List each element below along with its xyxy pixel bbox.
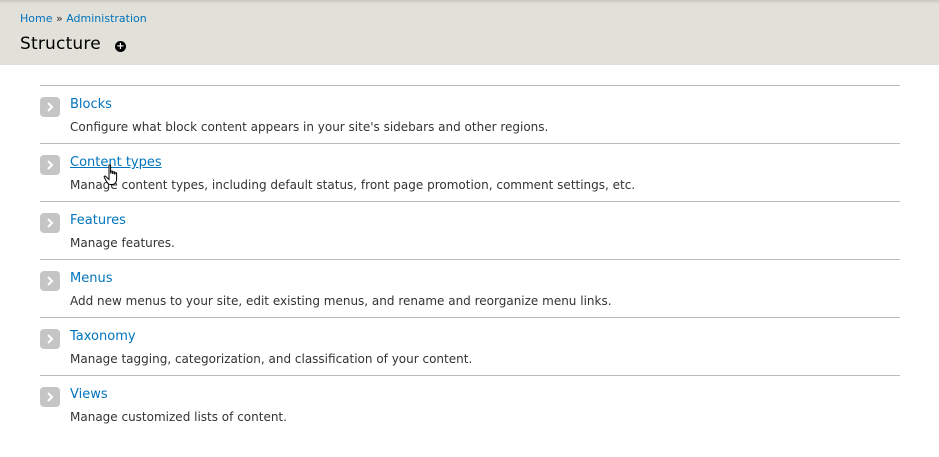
- breadcrumb-home-link[interactable]: Home: [20, 12, 52, 25]
- views-description: Manage customized lists of content.: [70, 410, 287, 424]
- breadcrumb: Home » Administration: [20, 12, 147, 25]
- chevron-right-icon[interactable]: [40, 97, 60, 117]
- list-item-taxonomy: Taxonomy Manage tagging, categorization,…: [40, 318, 900, 376]
- taxonomy-description: Manage tagging, categorization, and clas…: [70, 352, 473, 366]
- list-item-blocks: Blocks Configure what block content appe…: [40, 86, 900, 144]
- features-link[interactable]: Features: [70, 213, 126, 228]
- breadcrumb-separator: »: [55, 12, 63, 25]
- list-item-views: Views Manage customized lists of content…: [40, 376, 900, 434]
- menus-description: Add new menus to your site, edit existin…: [70, 294, 612, 308]
- add-shortcut-icon[interactable]: +: [114, 40, 126, 52]
- list-item-content-types: Content types Manage content types, incl…: [40, 144, 900, 202]
- blocks-link[interactable]: Blocks: [70, 97, 112, 112]
- page-title-wrap: Structure +: [20, 34, 126, 54]
- menus-link[interactable]: Menus: [70, 271, 112, 286]
- chevron-right-icon[interactable]: [40, 213, 60, 233]
- features-description: Manage features.: [70, 236, 175, 250]
- list-item-features: Features Manage features.: [40, 202, 900, 260]
- content-types-description: Manage content types, including default …: [70, 178, 636, 192]
- chevron-right-icon[interactable]: [40, 329, 60, 349]
- chevron-right-icon[interactable]: [40, 387, 60, 407]
- structure-list: Blocks Configure what block content appe…: [40, 85, 900, 434]
- content-types-link[interactable]: Content types: [70, 155, 162, 170]
- taxonomy-link[interactable]: Taxonomy: [70, 329, 136, 344]
- page-title: Structure: [20, 34, 101, 54]
- breadcrumb-administration-link[interactable]: Administration: [66, 12, 147, 25]
- header-shadow: [0, 0, 939, 4]
- page-header: Home » Administration Structure +: [0, 0, 939, 65]
- chevron-right-icon[interactable]: [40, 271, 60, 291]
- list-item-menus: Menus Add new menus to your site, edit e…: [40, 260, 900, 318]
- views-link[interactable]: Views: [70, 387, 108, 402]
- blocks-description: Configure what block content appears in …: [70, 120, 549, 134]
- chevron-right-icon[interactable]: [40, 155, 60, 175]
